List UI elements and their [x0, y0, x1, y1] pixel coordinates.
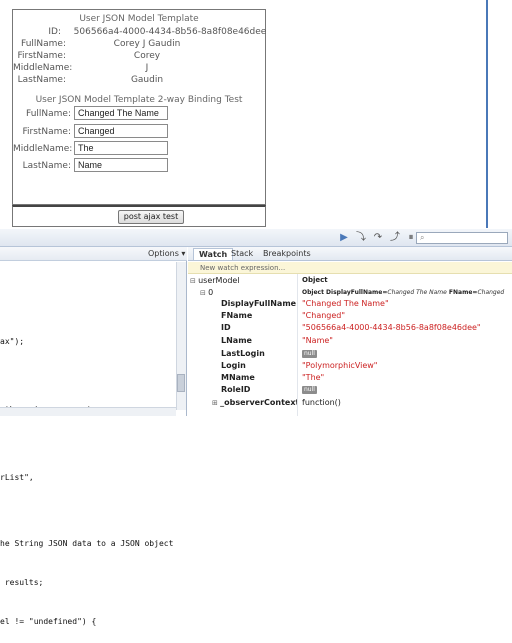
watch-prop-name[interactable]: Login	[221, 360, 297, 371]
middlename-field-label: MiddleName:	[13, 144, 73, 154]
string-value: "The"	[302, 373, 325, 382]
page-divider	[486, 0, 488, 228]
lastname-field-label: LastName:	[22, 161, 71, 171]
user-template-panel: User JSON Model Template ID: 506566a4-40…	[12, 9, 266, 205]
watch-prop-name[interactable]: DisplayFullName	[221, 298, 297, 309]
watch-prop-value: function()	[302, 397, 510, 408]
firstname-field-label: FirstName:	[22, 127, 71, 137]
search-input[interactable]: ⌕	[416, 232, 508, 244]
prop-name-text: LName	[221, 336, 252, 345]
code-line: he String JSON data to a JSON object	[0, 539, 174, 548]
search-icon: ⌕	[420, 233, 425, 242]
watch-prop-value: null	[302, 384, 510, 395]
middlename-value: J	[145, 63, 149, 73]
lastname-input[interactable]	[74, 158, 168, 172]
collapse-icon[interactable]: ⊟	[200, 289, 208, 297]
step-over-icon[interactable]: ↷	[372, 232, 384, 244]
prop-name-text: Login	[221, 361, 246, 370]
tab-stack[interactable]: Stack	[226, 248, 258, 260]
code-view: ax"); then wire up events rList", he Str…	[0, 265, 173, 643]
watch-prop-name[interactable]: RoleID	[221, 384, 297, 395]
firstname-value: Corey	[133, 51, 161, 61]
null-badge: null	[302, 385, 317, 394]
watch-prop-name[interactable]: ID	[221, 322, 297, 333]
code-line: ax");	[0, 337, 25, 346]
watch-prop-value: null	[302, 348, 510, 359]
prop-name-text: RoleID	[221, 385, 251, 394]
watch-prop-name[interactable]: FName	[221, 310, 297, 321]
fullname-input[interactable]	[74, 106, 168, 120]
expand-icon[interactable]: ⊞	[212, 399, 220, 407]
new-watch-expression[interactable]: New watch expression...	[188, 262, 512, 274]
summary-value-2: Changed	[477, 289, 505, 296]
step-out-icon[interactable]: ⤴	[389, 232, 401, 244]
watch-prop-name[interactable]: LastLogin	[221, 348, 297, 359]
watch-root-name: userModel	[198, 276, 240, 285]
string-value: "Changed"	[302, 311, 346, 320]
fullname-value: Corey J Gaudin	[113, 39, 181, 49]
id-value: 506566a4-4000-4434-8b56-8a8f08e46dee	[73, 27, 267, 37]
prop-name-text: ID	[221, 323, 231, 332]
prop-name-text: MName	[221, 373, 255, 382]
template-title: User JSON Model Template	[79, 14, 199, 24]
watch-prop-value: "Changed"	[302, 310, 510, 321]
watch-prop-name[interactable]: LName	[221, 335, 297, 346]
lastname-label: LastName:	[17, 75, 66, 85]
binding-title: User JSON Model Template 2-way Binding T…	[35, 95, 243, 105]
code-scroll-thumb[interactable]	[177, 374, 185, 392]
watch-prop-name[interactable]: ⊞ _observerContext	[212, 397, 297, 408]
watch-item-row[interactable]: ⊟ 0	[200, 287, 300, 298]
watch-root-row[interactable]: ⊟ userModel	[190, 275, 300, 286]
fullname-label: FullName:	[21, 39, 66, 49]
string-value: "506566a4-4000-4434-8b56-8a8f08e46dee"	[302, 323, 481, 332]
watch-prop-value: "The"	[302, 372, 510, 383]
watch-item-index: 0	[208, 288, 214, 297]
summary-value-1: Changed The Name	[387, 289, 447, 296]
string-value: "Changed The Name"	[302, 299, 389, 308]
summary-prefix: Object DisplayFullName=	[302, 289, 388, 296]
fullname-field-label: FullName:	[26, 109, 71, 119]
prop-name-text: _observerContext	[220, 398, 297, 407]
options-menu[interactable]: Options ▾	[148, 249, 185, 258]
middlename-label: MiddleName:	[13, 63, 73, 73]
post-ajax-test-button[interactable]: post ajax test	[118, 210, 184, 224]
watch-prop-value: "PolymorphicView"	[302, 360, 510, 371]
prop-name-text: DisplayFullName	[221, 299, 297, 308]
string-value: "Name"	[302, 336, 333, 345]
id-label: ID:	[48, 27, 61, 37]
code-line: results;	[0, 578, 44, 587]
watch-prop-name[interactable]: MName	[221, 372, 297, 383]
watch-prop-value: "506566a4-4000-4434-8b56-8a8f08e46dee"	[302, 322, 510, 333]
watch-root-value: Object	[302, 276, 328, 284]
watch-item-summary: Object DisplayFullName=Changed The Name …	[302, 287, 510, 298]
summary-mid: FName=	[446, 289, 478, 296]
code-line: el != "undefined") {	[0, 617, 97, 626]
firstname-label: FirstName:	[17, 51, 66, 61]
code-horizontal-scrollbar[interactable]	[0, 407, 176, 416]
lastname-value: Gaudin	[130, 75, 164, 85]
collapse-icon[interactable]: ⊟	[190, 277, 198, 285]
prop-name-text: FName	[221, 311, 253, 320]
tab-breakpoints[interactable]: Breakpoints	[258, 248, 316, 260]
prop-name-text: LastLogin	[221, 349, 265, 358]
string-value: "PolymorphicView"	[302, 361, 378, 370]
firstname-input[interactable]	[74, 124, 168, 138]
step-into-icon[interactable]: ⤵	[355, 232, 367, 244]
code-line: rList",	[0, 473, 34, 482]
null-badge: null	[302, 349, 317, 358]
watch-prop-value: "Changed The Name"	[302, 298, 510, 309]
watch-prop-value: "Name"	[302, 335, 510, 346]
continue-icon[interactable]: ▶	[338, 232, 350, 244]
button-bar: post ajax test	[12, 205, 266, 227]
function-value: function()	[302, 398, 341, 407]
middlename-input[interactable]	[74, 141, 168, 155]
